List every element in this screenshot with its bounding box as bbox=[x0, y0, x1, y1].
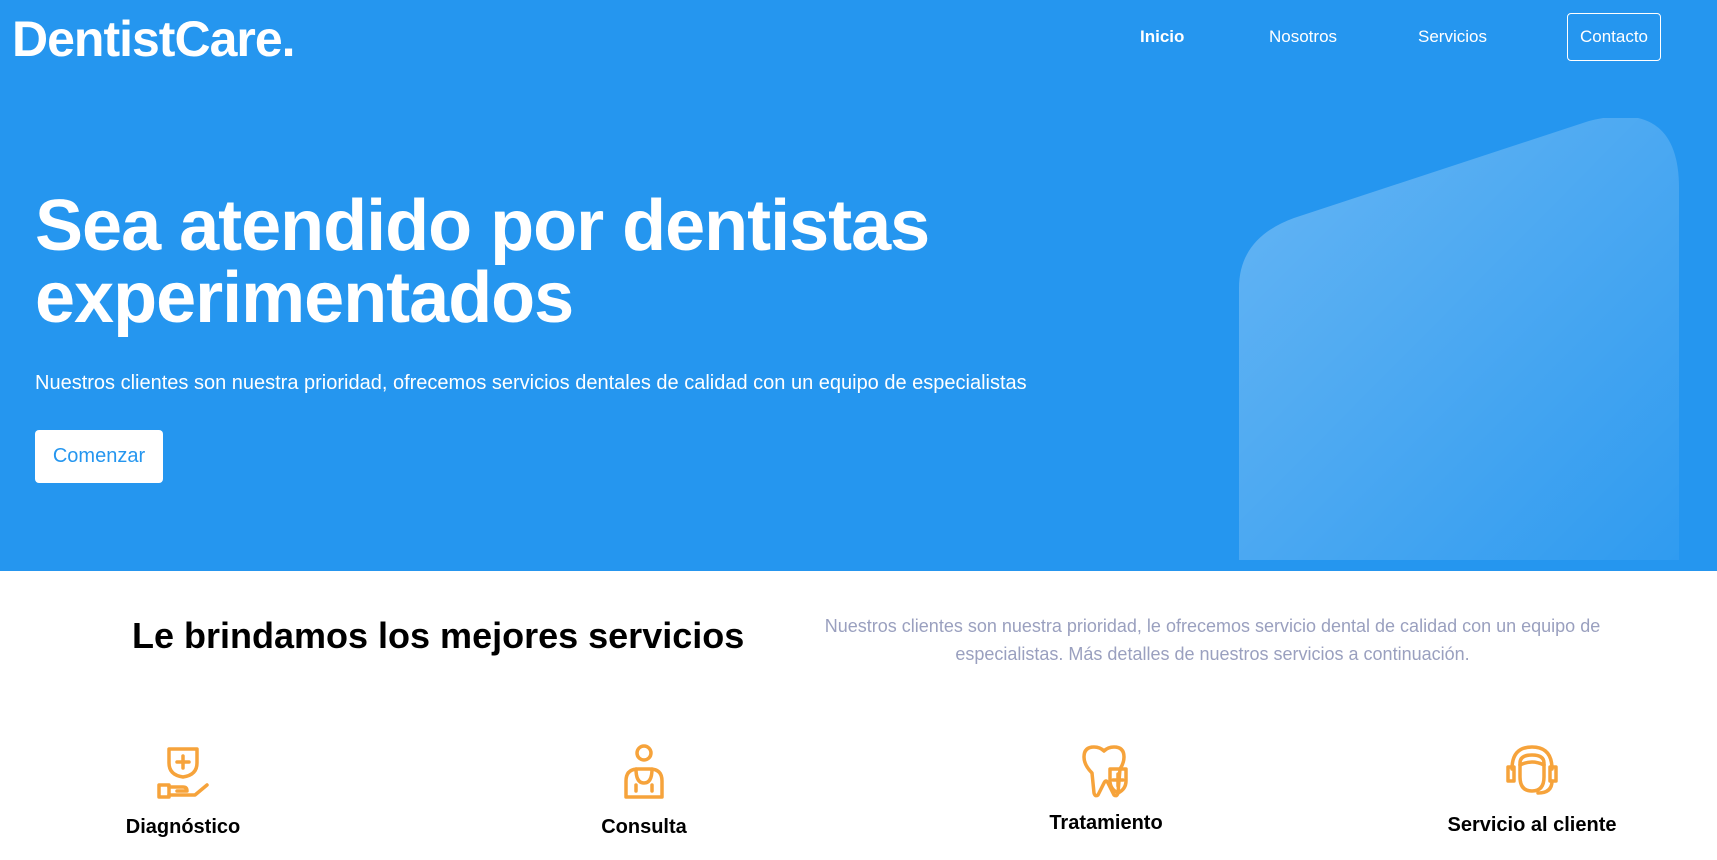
service-card-customer-service: Servicio al cliente bbox=[1392, 743, 1672, 837]
service-label: Consulta bbox=[601, 816, 687, 838]
hand-medical-icon bbox=[157, 747, 209, 799]
start-button[interactable]: Comenzar bbox=[35, 430, 163, 483]
nav-home-link[interactable]: Inicio bbox=[1140, 27, 1184, 47]
logo[interactable]: DentistCare. bbox=[12, 10, 296, 68]
nav-about-link[interactable]: Nosotros bbox=[1269, 27, 1337, 47]
hero-title: Sea atendido por dentistas experimentado… bbox=[35, 186, 930, 338]
service-card-consultation: Consulta bbox=[504, 743, 784, 839]
services-heading: Le brindamos los mejores servicios bbox=[132, 615, 745, 656]
tooth-plus-icon bbox=[1082, 745, 1128, 798]
headset-agent-icon bbox=[1506, 745, 1558, 795]
service-label: Diagnóstico bbox=[125, 816, 241, 838]
service-card-diagnosis: Diagnóstico bbox=[43, 743, 323, 839]
service-label: Servicio al cliente bbox=[1447, 814, 1617, 836]
hero-subtitle: Nuestros clientes son nuestra prioridad,… bbox=[35, 372, 1027, 394]
nav-services-link[interactable]: Servicios bbox=[1418, 27, 1487, 47]
service-label: Tratamiento bbox=[1049, 812, 1163, 834]
hero-section: DentistCare. Inicio Nosotros Servicios C… bbox=[0, 0, 1717, 571]
doctor-icon bbox=[624, 744, 664, 799]
service-card-treatment: Tratamiento bbox=[966, 743, 1246, 835]
services-description: Nuestros clientes son nuestra prioridad,… bbox=[824, 616, 1601, 664]
nav-contact-button[interactable]: Contacto bbox=[1567, 13, 1661, 61]
hero-decorative-shape bbox=[1239, 118, 1679, 560]
